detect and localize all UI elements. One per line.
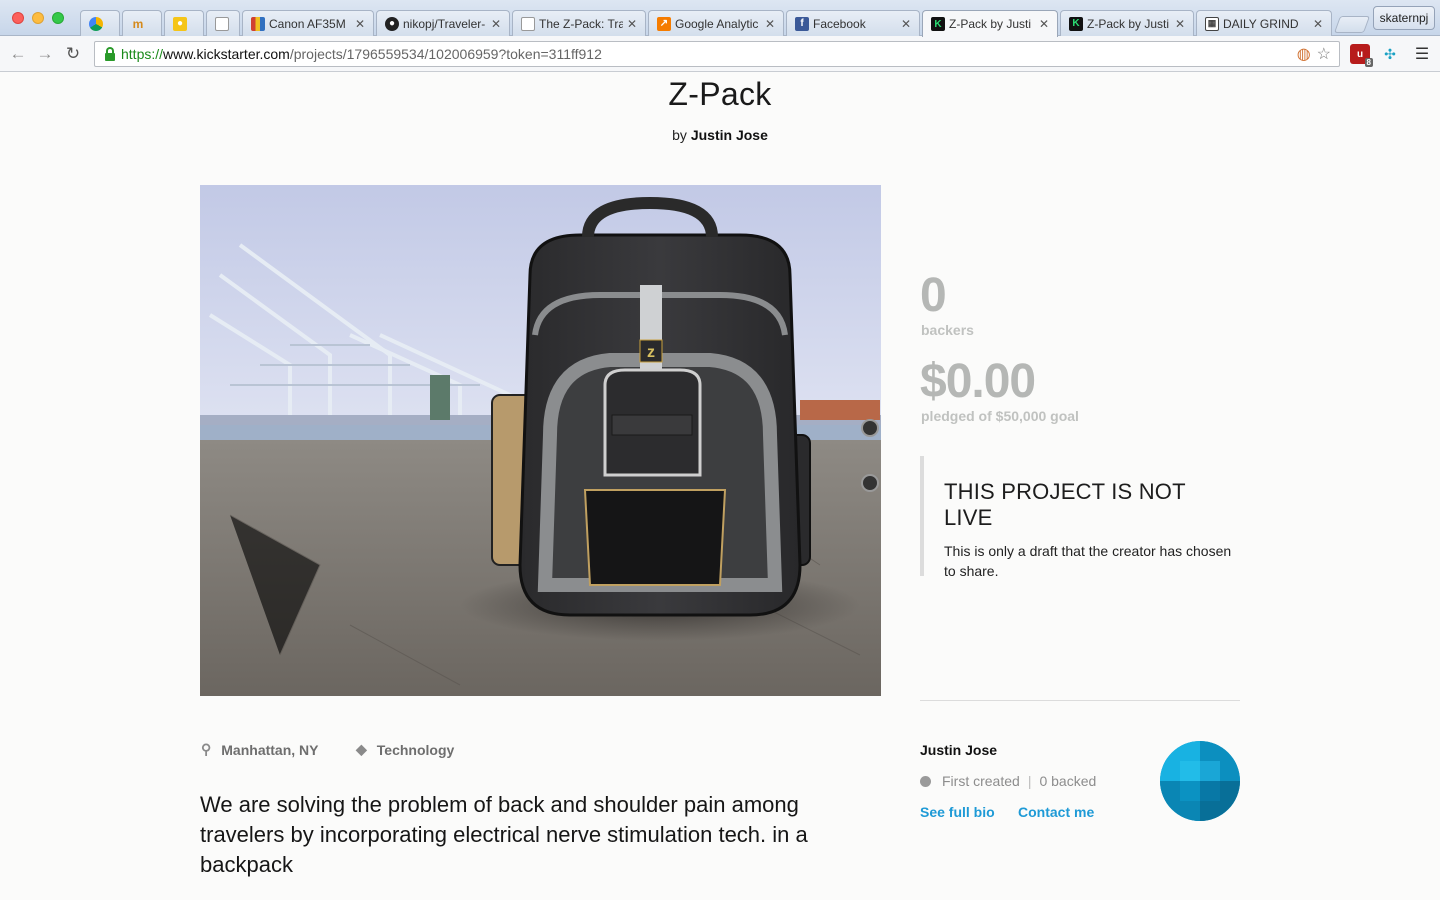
bulb-icon: ● bbox=[173, 16, 187, 31]
address-bar[interactable]: https://www.kickstarter.com/projects/179… bbox=[94, 41, 1340, 67]
cookie-blocked-icon[interactable]: ◍ bbox=[1297, 44, 1311, 64]
tag-icon: ◆ bbox=[356, 741, 367, 757]
see-full-bio-link[interactable]: See full bio bbox=[920, 804, 995, 820]
browser-tab[interactable]: f Facebook ✕ bbox=[786, 10, 920, 36]
close-tab-icon[interactable]: ✕ bbox=[765, 17, 775, 31]
browser-tab-strip: m ● Canon AF35M ✕ ● nikopj/Traveler- ✕ T… bbox=[0, 0, 1440, 37]
not-live-heading: THIS PROJECT IS NOT LIVE bbox=[944, 479, 1186, 530]
byline: by Justin Jose bbox=[0, 127, 1440, 143]
tab-title: Z-Pack by Justi bbox=[1087, 16, 1170, 31]
project-blurb: We are solving the problem of back and s… bbox=[200, 792, 808, 877]
bookmark-star-icon[interactable]: ☆ bbox=[1317, 44, 1331, 64]
svg-text:z: z bbox=[647, 344, 655, 361]
not-live-text: This is only a draft that the creator ha… bbox=[944, 543, 1232, 579]
m-icon: m bbox=[132, 16, 144, 31]
contact-me-link[interactable]: Contact me bbox=[1018, 804, 1094, 820]
tab-title: Z-Pack by Justi bbox=[949, 17, 1032, 31]
close-tab-icon[interactable]: ✕ bbox=[627, 17, 637, 31]
back-button[interactable]: ← bbox=[8, 44, 28, 64]
creator-avatar[interactable] bbox=[1160, 741, 1240, 821]
kickstarter-icon: K bbox=[1069, 16, 1083, 31]
ublock-icon[interactable]: u8 bbox=[1350, 44, 1373, 67]
kickstarter-icon: K bbox=[931, 17, 945, 31]
tab-title: Facebook bbox=[813, 16, 866, 31]
facebook-icon: f bbox=[795, 16, 809, 31]
profile-button[interactable]: skaternpj bbox=[1373, 6, 1435, 30]
creator-name[interactable]: Justin Jose bbox=[920, 742, 997, 758]
close-tab-icon[interactable]: ✕ bbox=[491, 17, 501, 31]
browser-tab[interactable]: K Z-Pack by Justi ✕ bbox=[1060, 10, 1194, 36]
browser-tab[interactable]: Canon AF35M ✕ bbox=[242, 10, 374, 36]
url-scheme: https:// bbox=[121, 46, 164, 62]
category-text: Technology bbox=[376, 741, 455, 758]
not-live-notice: THIS PROJECT IS NOT LIVE This is only a … bbox=[920, 456, 1240, 579]
browser-tab[interactable]: m bbox=[122, 10, 162, 36]
page-icon bbox=[215, 16, 229, 31]
ublock-badge: 8 bbox=[1364, 58, 1373, 67]
forward-button[interactable]: → bbox=[35, 44, 55, 64]
backpack-photo: z bbox=[200, 185, 881, 696]
backed-count-text: 0 backed bbox=[1039, 773, 1097, 789]
github-icon: ● bbox=[385, 16, 399, 31]
browser-tab[interactable]: ● nikopj/Traveler- ✕ bbox=[376, 10, 510, 36]
browser-tab[interactable]: ▦ DAILY GRIND ✕ bbox=[1196, 10, 1332, 36]
close-tab-icon[interactable]: ✕ bbox=[355, 17, 365, 31]
close-tab-icon[interactable]: ✕ bbox=[901, 17, 911, 31]
url-host: www.kickstarter.com bbox=[163, 46, 290, 62]
browser-tab[interactable] bbox=[206, 10, 240, 36]
drive-icon bbox=[89, 16, 103, 31]
first-created-text: First created bbox=[942, 773, 1020, 789]
project-hero-image[interactable]: z bbox=[200, 185, 881, 696]
extension-icon[interactable]: ✣ bbox=[1380, 44, 1400, 64]
divider bbox=[920, 700, 1240, 701]
tab-title: Google Analytic bbox=[675, 16, 759, 31]
url-path: /projects/1796559534/102006959?token=311… bbox=[289, 46, 602, 62]
backers-label: backers bbox=[921, 322, 974, 338]
browser-tab[interactable]: ↗ Google Analytic ✕ bbox=[648, 10, 784, 36]
page-title: Z-Pack bbox=[668, 76, 772, 112]
analytics-icon: ↗ bbox=[657, 16, 671, 31]
close-tab-icon[interactable]: ✕ bbox=[1039, 17, 1049, 31]
category-link[interactable]: ◆ Technology bbox=[356, 741, 454, 758]
page-icon bbox=[521, 16, 535, 31]
grid-icon: ▦ bbox=[1205, 16, 1219, 31]
reload-button[interactable]: ↻ bbox=[63, 44, 83, 64]
pledged-goal-label: pledged of $50,000 goal bbox=[921, 408, 1079, 424]
new-tab-button[interactable] bbox=[1333, 16, 1371, 33]
by-prefix: by bbox=[672, 127, 687, 143]
close-tab-icon[interactable]: ✕ bbox=[1313, 17, 1323, 31]
creator-stats: First created | 0 backed bbox=[920, 773, 1096, 789]
minimize-window-button[interactable] bbox=[32, 12, 44, 24]
location-link[interactable]: ⚲ Manhattan, NY bbox=[201, 741, 319, 758]
menu-icon[interactable]: ☰ bbox=[1412, 44, 1432, 64]
close-tab-icon[interactable]: ✕ bbox=[1175, 17, 1185, 31]
location-text: Manhattan, NY bbox=[221, 741, 319, 758]
clock-icon bbox=[920, 775, 931, 787]
lock-icon bbox=[105, 47, 115, 61]
close-window-button[interactable] bbox=[12, 12, 24, 24]
camera-icon bbox=[251, 16, 265, 31]
stats-separator: | bbox=[1027, 773, 1032, 789]
creator-link[interactable]: Justin Jose bbox=[691, 127, 768, 143]
tab-title: DAILY GRIND bbox=[1223, 16, 1299, 31]
backers-count: 0 bbox=[920, 269, 947, 322]
browser-tab[interactable]: The Z-Pack: Tra ✕ bbox=[512, 10, 646, 36]
location-pin-icon: ⚲ bbox=[201, 741, 212, 757]
tab-title: The Z-Pack: Tra bbox=[539, 16, 623, 31]
pledged-amount: $0.00 bbox=[920, 355, 1036, 408]
browser-tab-active[interactable]: K Z-Pack by Justi ✕ bbox=[922, 10, 1058, 37]
browser-tab[interactable] bbox=[80, 10, 120, 36]
browser-tab[interactable]: ● bbox=[164, 10, 204, 36]
tab-title: nikopj/Traveler- bbox=[403, 16, 486, 31]
zoom-window-button[interactable] bbox=[52, 12, 64, 24]
tab-title: Canon AF35M bbox=[269, 16, 346, 31]
avatar-pattern bbox=[1160, 741, 1240, 821]
